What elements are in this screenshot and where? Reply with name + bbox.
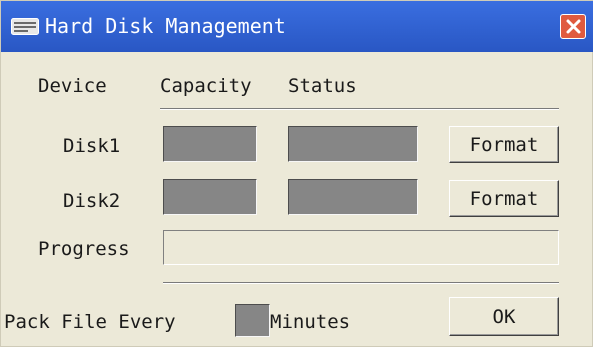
progress-bar bbox=[163, 230, 559, 265]
disk1-format-button[interactable]: Format bbox=[449, 126, 559, 163]
ok-button[interactable]: OK bbox=[449, 297, 559, 336]
hard-disk-icon bbox=[11, 18, 39, 35]
disk2-capacity-field bbox=[163, 179, 257, 215]
header-divider bbox=[160, 108, 559, 110]
disk2-label: Disk2 bbox=[63, 190, 121, 212]
disk1-status-field bbox=[288, 126, 418, 162]
pack-file-suffix-label: Minutes bbox=[270, 311, 351, 333]
footer-divider bbox=[163, 282, 559, 284]
close-button[interactable] bbox=[560, 14, 586, 39]
disk1-capacity-field bbox=[163, 126, 257, 162]
window-title: Hard Disk Management bbox=[45, 14, 286, 38]
pack-minutes-input[interactable] bbox=[235, 304, 270, 337]
close-icon bbox=[566, 19, 581, 34]
title-bar[interactable]: Hard Disk Management bbox=[1, 1, 593, 52]
hard-disk-management-dialog: Hard Disk Management Device Capacity Sta… bbox=[0, 0, 593, 347]
column-header-status: Status bbox=[288, 75, 357, 97]
pack-file-prefix-label: Pack File Every bbox=[4, 311, 176, 333]
disk1-label: Disk1 bbox=[63, 135, 121, 157]
disk2-status-field bbox=[288, 179, 418, 215]
disk2-format-button[interactable]: Format bbox=[449, 180, 559, 217]
column-header-capacity: Capacity bbox=[160, 75, 252, 97]
column-header-device: Device bbox=[38, 75, 107, 97]
progress-label: Progress bbox=[38, 238, 130, 260]
